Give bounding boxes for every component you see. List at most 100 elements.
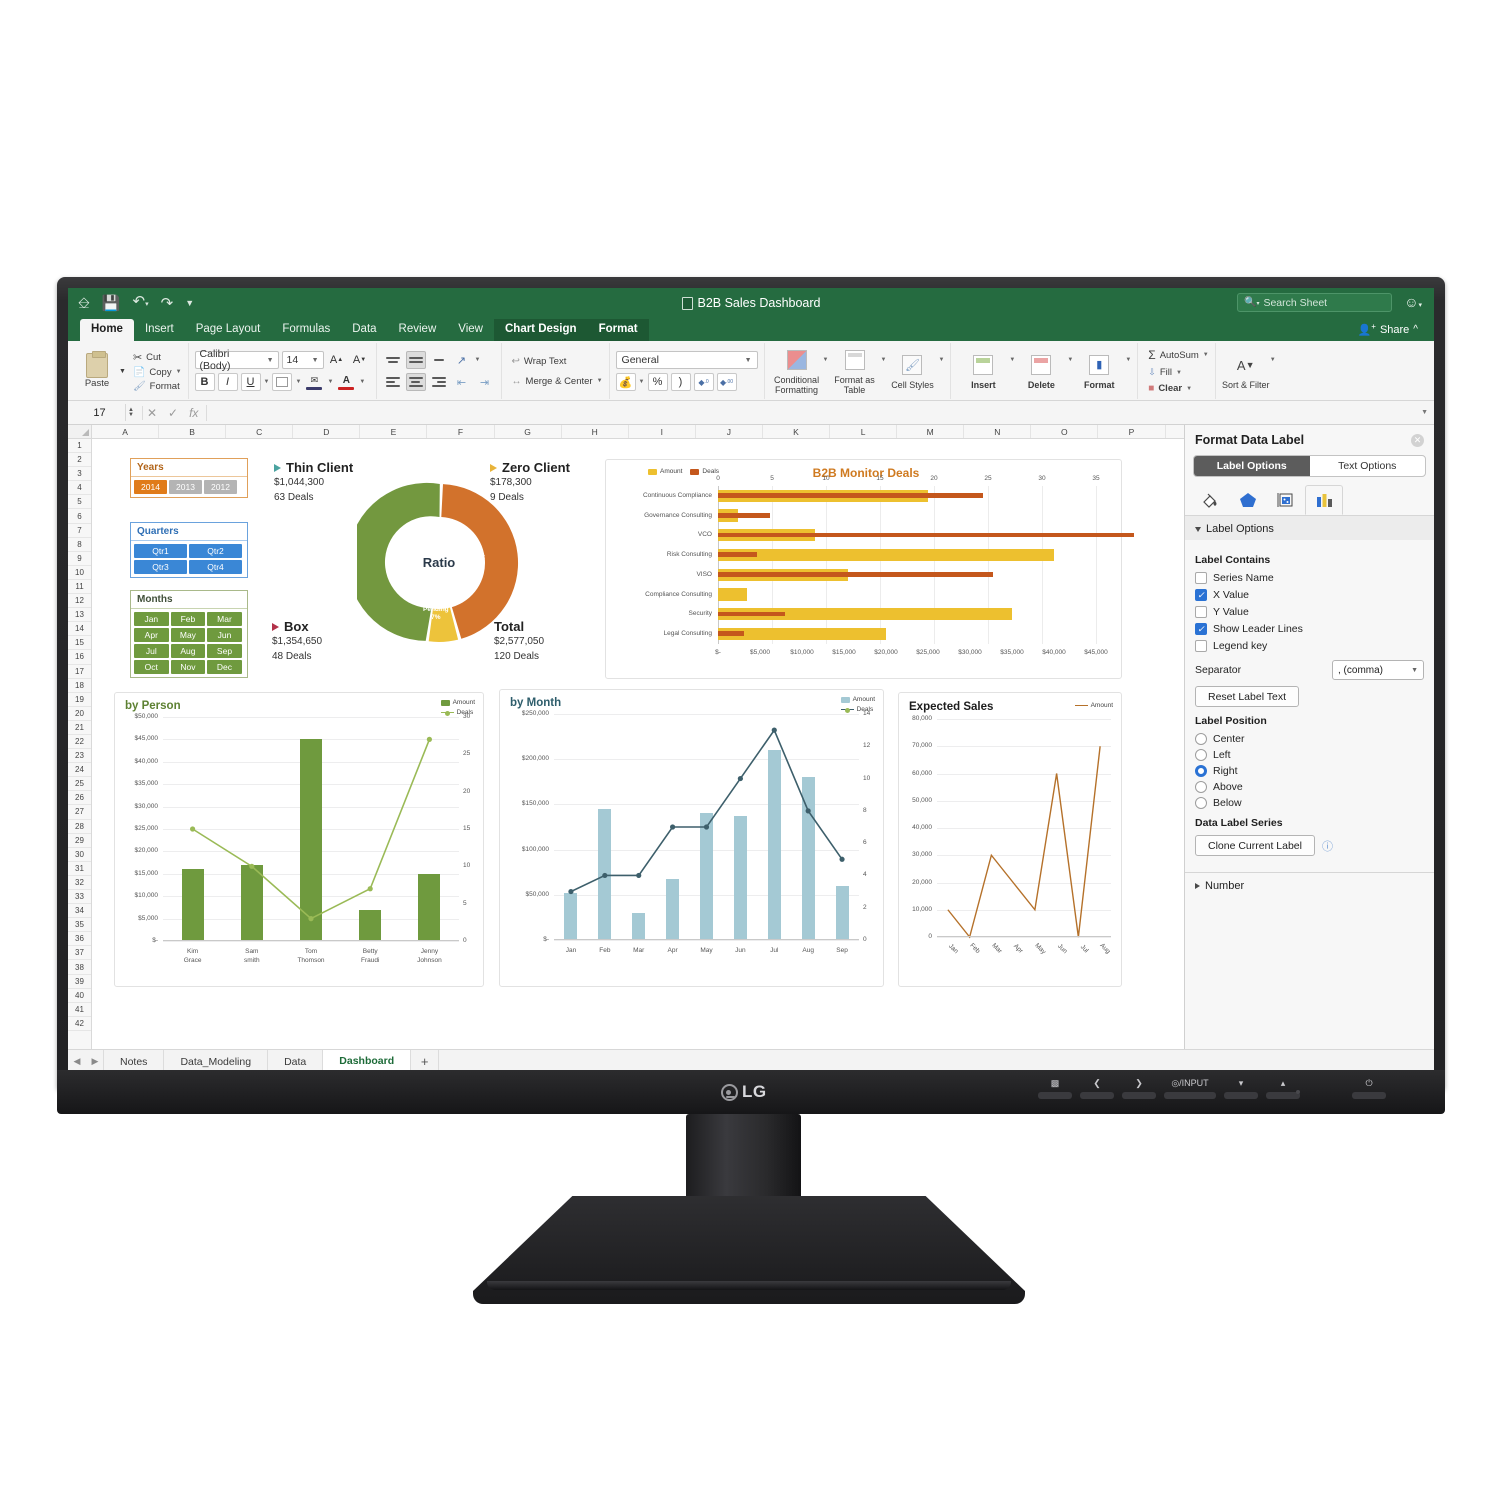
row-header-22[interactable]: 22 (68, 735, 91, 750)
chart-expected-sales[interactable]: Expected Sales Amount 0 10,000 20,000 30,00… (898, 692, 1122, 987)
next-sheet-icon[interactable]: ▶ (86, 1050, 104, 1070)
row-header-8[interactable]: 8 (68, 538, 91, 552)
merge-center-button[interactable]: ↔ Merge & Center ▼ (512, 376, 603, 387)
clone-current-label-button[interactable]: Clone Current Label (1195, 835, 1315, 856)
row-headers[interactable]: 1 2 3 4 5 6 7 8 9 10 11 12 13 14 15 16 17 18 19 20 21 22 23 24 2… (68, 425, 92, 1049)
row-header-21[interactable]: 21 (68, 721, 91, 735)
sheet-tab-bar[interactable]: ◀ ▶ Notes Data_Modeling Data Dashboard + (68, 1049, 1434, 1070)
column-header-K[interactable]: K (763, 425, 831, 438)
tab-page-layout[interactable]: Page Layout (185, 319, 272, 341)
delete-cells-button[interactable]: Delete (1015, 352, 1067, 390)
slicer-item-qtr3[interactable]: Qtr3 (134, 560, 187, 574)
bar-amount[interactable] (718, 548, 1054, 562)
column-header-H[interactable]: H (562, 425, 629, 438)
row-header-10[interactable]: 10 (68, 566, 91, 580)
row-header-39[interactable]: 39 (68, 975, 91, 989)
bar-deals[interactable] (718, 512, 770, 518)
column-header-A[interactable]: A (92, 425, 160, 438)
tab-formulas[interactable]: Formulas (271, 319, 341, 341)
column-header-D[interactable]: D (293, 425, 361, 438)
row-header-18[interactable]: 18 (68, 679, 91, 693)
insert-function-icon[interactable]: fx (189, 406, 198, 420)
format-pane-tabs[interactable]: Label Options Text Options (1193, 455, 1426, 477)
row-header-17[interactable]: 17 (68, 665, 91, 679)
checkbox-y-value[interactable]: Y Value (1195, 606, 1424, 618)
row-header-28[interactable]: 28 (68, 820, 91, 834)
column-header-B[interactable]: B (159, 425, 227, 438)
align-middle-button[interactable] (405, 351, 426, 369)
monitor-up-button[interactable]: ▴ (1266, 1078, 1300, 1099)
save-icon[interactable]: 💾 (102, 296, 121, 311)
row-header-16[interactable]: 16 (68, 650, 91, 665)
slicer-item-2014[interactable]: 2014 (134, 480, 167, 494)
row-header-30[interactable]: 30 (68, 848, 91, 862)
slicer-item-oct[interactable]: Oct (134, 660, 169, 674)
underline-button[interactable]: U (240, 373, 261, 391)
row-header-14[interactable]: 14 (68, 622, 91, 637)
fill-dropdown-icon[interactable]: ▼ (327, 379, 333, 385)
format-painter-button[interactable]: 🖌 Format (133, 381, 182, 392)
radio-below[interactable]: Below (1195, 797, 1424, 809)
column-header-N[interactable]: N (964, 425, 1032, 438)
name-box-stepper[interactable]: ▲ ▼ (128, 407, 134, 418)
quick-access-toolbar[interactable]: ⎒ 💾 ↶▾ ↷ ▼ (78, 294, 194, 312)
checkbox-show-leader-lines[interactable]: ✓ Show Leader Lines (1195, 623, 1424, 635)
row-header-26[interactable]: 26 (68, 791, 91, 806)
fill-dropdown-icon2[interactable]: ▼ (1176, 370, 1182, 376)
label-options-section-header[interactable]: Label Options (1185, 516, 1434, 540)
column-header-L[interactable]: L (830, 425, 898, 438)
tab-chart-design[interactable]: Chart Design (493, 319, 588, 341)
customize-qat-icon[interactable]: ▼ (185, 296, 194, 311)
borders-button[interactable] (272, 373, 293, 391)
comma-format-button[interactable]: ) (670, 373, 691, 391)
row-header-38[interactable]: 38 (68, 960, 91, 975)
prev-sheet-icon[interactable]: ◀ (68, 1050, 86, 1070)
checkbox-series-name[interactable]: Series Name (1195, 572, 1424, 584)
expected-sales-legend[interactable]: Amount (1074, 702, 1113, 709)
slicer-quarters[interactable]: Quarters Qtr1 Qtr2 Qtr3 Qtr4 (130, 522, 248, 578)
column-header-M[interactable]: M (897, 425, 965, 438)
increase-indent-button[interactable]: ⇥ (475, 373, 495, 391)
cell-styles-dropdown-icon[interactable]: ▼ (938, 357, 944, 363)
checkbox-legend-key[interactable]: Legend key (1195, 640, 1424, 652)
row-header-3[interactable]: 3 (68, 467, 91, 482)
monitor-power-button[interactable]: ⏻ (1352, 1078, 1386, 1099)
sheet-tab-data-modeling[interactable]: Data_Modeling (163, 1050, 269, 1070)
row-header-6[interactable]: 6 (68, 509, 91, 524)
slicer-item-2013[interactable]: 2013 (169, 480, 202, 494)
row-header-11[interactable]: 11 (68, 580, 91, 595)
row-header-7[interactable]: 7 (68, 524, 91, 538)
fill-button[interactable]: ⇩ Fill ▼ (1148, 367, 1182, 378)
radio-right[interactable]: Right (1195, 765, 1424, 777)
undo-icon[interactable]: ↶▾ (133, 294, 149, 312)
chart-by-person[interactable]: by Person Amount Deals $- $5,000 $10,000 $1… (114, 692, 484, 987)
italic-button[interactable]: I (217, 373, 238, 391)
align-right-button[interactable] (429, 373, 449, 391)
conditional-formatting-button[interactable]: Conditional Formatting (771, 347, 823, 395)
formula-bar-buttons[interactable]: ✕ ✓ fx (141, 405, 198, 420)
row-header-9[interactable]: 9 (68, 552, 91, 566)
underline-dropdown-icon[interactable]: ▼ (264, 379, 270, 385)
font-color-button[interactable]: A (336, 373, 356, 391)
accounting-format-button[interactable]: 💰 (615, 373, 636, 391)
bar-deals[interactable] (718, 572, 994, 577)
orientation-button[interactable]: ↗ (452, 351, 472, 369)
row-header-23[interactable]: 23 (68, 749, 91, 764)
row-header-31[interactable]: 31 (68, 862, 91, 876)
row-header-29[interactable]: 29 (68, 834, 91, 848)
autosum-dropdown-icon[interactable]: ▼ (1203, 352, 1209, 358)
tab-review[interactable]: Review (388, 319, 448, 341)
row-header-34[interactable]: 34 (68, 904, 91, 919)
radio-above[interactable]: Above (1195, 781, 1424, 793)
row-header-36[interactable]: 36 (68, 932, 91, 947)
slicer-item-jan[interactable]: Jan (134, 612, 169, 626)
label-options-icon[interactable] (1305, 485, 1343, 515)
decrease-indent-button[interactable]: ⇤ (452, 373, 472, 391)
checkbox-x-value[interactable]: ✓ X Value (1195, 589, 1424, 601)
slicer-item-jun[interactable]: Jun (207, 628, 242, 642)
copy-button[interactable]: 📄 Copy ▼ (133, 367, 182, 378)
slicer-item-aug[interactable]: Aug (170, 644, 206, 658)
bar-deals[interactable] (718, 532, 1134, 538)
row-header-35[interactable]: 35 (68, 918, 91, 933)
cut-button[interactable]: ✂ Cut (133, 351, 182, 364)
